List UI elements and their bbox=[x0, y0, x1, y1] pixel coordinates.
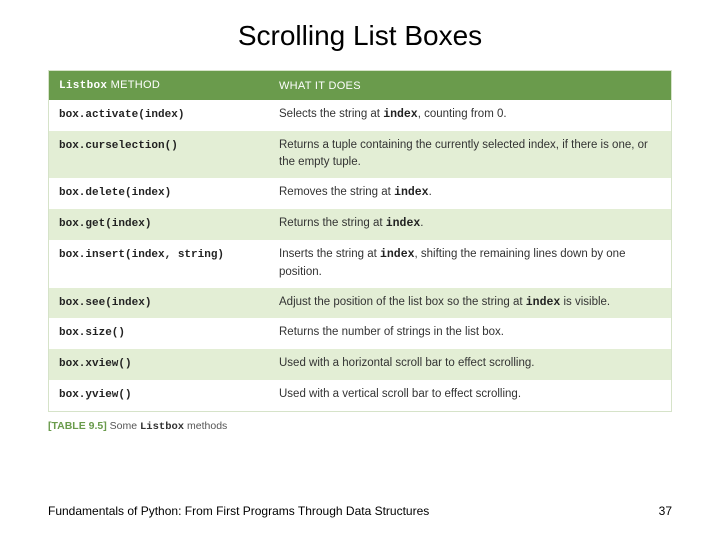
method-cell: box.curselection() bbox=[49, 131, 269, 178]
method-cell: box.get(index) bbox=[49, 209, 269, 240]
desc-cell: Inserts the string at index, shifting th… bbox=[269, 240, 671, 287]
desc-pre: Removes the string at bbox=[279, 186, 394, 198]
table-row: box.insert(index, string) Inserts the st… bbox=[49, 240, 671, 287]
desc-pre: Adjust the position of the list box so t… bbox=[279, 296, 526, 308]
desc-post: . bbox=[420, 217, 423, 229]
desc-cell: Removes the string at index. bbox=[269, 178, 671, 209]
caption-pre: Some bbox=[107, 420, 140, 432]
method-cell: box.activate(index) bbox=[49, 100, 269, 131]
method-code: box.activate(index) bbox=[59, 109, 184, 121]
table-row: box.curselection() Returns a tuple conta… bbox=[49, 131, 671, 178]
method-cell: box.xview() bbox=[49, 349, 269, 380]
table-header-row: Listbox METHOD WHAT IT DOES bbox=[49, 71, 671, 100]
method-cell: box.see(index) bbox=[49, 288, 269, 319]
table-header-desc: WHAT IT DOES bbox=[269, 71, 671, 100]
page-number: 37 bbox=[659, 504, 672, 518]
method-code: box.xview() bbox=[59, 358, 132, 370]
desc-cell: Returns the string at index. bbox=[269, 209, 671, 240]
desc-pre: Selects the string at bbox=[279, 108, 383, 120]
desc-post: . bbox=[429, 186, 432, 198]
desc-pre: Used with a horizontal scroll bar to eff… bbox=[279, 357, 534, 369]
methods-table-wrap: Listbox METHOD WHAT IT DOES box.activate… bbox=[48, 70, 672, 412]
desc-cell: Returns a tuple containing the currently… bbox=[269, 131, 671, 178]
table-row: box.get(index) Returns the string at ind… bbox=[49, 209, 671, 240]
table-row: box.see(index) Adjust the position of th… bbox=[49, 288, 671, 319]
table-caption: [TABLE 9.5] Some Listbox methods bbox=[48, 420, 672, 433]
desc-code: index bbox=[394, 186, 429, 199]
methods-table: Listbox METHOD WHAT IT DOES box.activate… bbox=[49, 71, 671, 411]
table-row: box.yview() Used with a vertical scroll … bbox=[49, 380, 671, 411]
method-cell: box.delete(index) bbox=[49, 178, 269, 209]
method-cell: box.size() bbox=[49, 318, 269, 349]
footer-text: Fundamentals of Python: From First Progr… bbox=[48, 504, 429, 518]
method-code: box.delete(index) bbox=[59, 187, 171, 199]
desc-code: index bbox=[526, 296, 561, 309]
desc-post: is visible. bbox=[560, 296, 610, 308]
method-cell: box.insert(index, string) bbox=[49, 240, 269, 287]
method-code: box.see(index) bbox=[59, 297, 151, 309]
table-header-method: Listbox METHOD bbox=[49, 71, 269, 100]
table-row: box.size() Returns the number of strings… bbox=[49, 318, 671, 349]
method-code: box.yview() bbox=[59, 389, 132, 401]
method-cell: box.yview() bbox=[49, 380, 269, 411]
header-rest: METHOD bbox=[107, 79, 160, 91]
caption-tag: [TABLE 9.5] bbox=[48, 420, 107, 432]
method-code: box.curselection() bbox=[59, 140, 178, 152]
caption-post: methods bbox=[184, 420, 227, 432]
desc-cell: Selects the string at index, counting fr… bbox=[269, 100, 671, 131]
desc-code: index bbox=[386, 217, 421, 230]
desc-pre: Inserts the string at bbox=[279, 248, 380, 260]
slide-footer: Fundamentals of Python: From First Progr… bbox=[48, 504, 672, 518]
header-mono: Listbox bbox=[59, 80, 107, 92]
method-code: box.get(index) bbox=[59, 218, 151, 230]
caption-mono: Listbox bbox=[140, 421, 184, 433]
desc-cell: Used with a horizontal scroll bar to eff… bbox=[269, 349, 671, 380]
slide: Scrolling List Boxes Listbox METHOD WHAT… bbox=[0, 0, 720, 540]
desc-pre: Used with a vertical scroll bar to effec… bbox=[279, 388, 521, 400]
desc-cell: Used with a vertical scroll bar to effec… bbox=[269, 380, 671, 411]
desc-cell: Returns the number of strings in the lis… bbox=[269, 318, 671, 349]
desc-pre: Returns the string at bbox=[279, 217, 386, 229]
desc-pre: Returns a tuple containing the currently… bbox=[279, 139, 648, 168]
table-row: box.activate(index) Selects the string a… bbox=[49, 100, 671, 131]
method-code: box.insert(index, string) bbox=[59, 249, 224, 261]
desc-post: , counting from 0. bbox=[418, 108, 507, 120]
desc-cell: Adjust the position of the list box so t… bbox=[269, 288, 671, 319]
table-row: box.delete(index) Removes the string at … bbox=[49, 178, 671, 209]
slide-title: Scrolling List Boxes bbox=[48, 20, 672, 52]
method-code: box.size() bbox=[59, 327, 125, 339]
table-row: box.xview() Used with a horizontal scrol… bbox=[49, 349, 671, 380]
desc-code: index bbox=[383, 108, 418, 121]
desc-pre: Returns the number of strings in the lis… bbox=[279, 326, 504, 338]
desc-code: index bbox=[380, 248, 415, 261]
